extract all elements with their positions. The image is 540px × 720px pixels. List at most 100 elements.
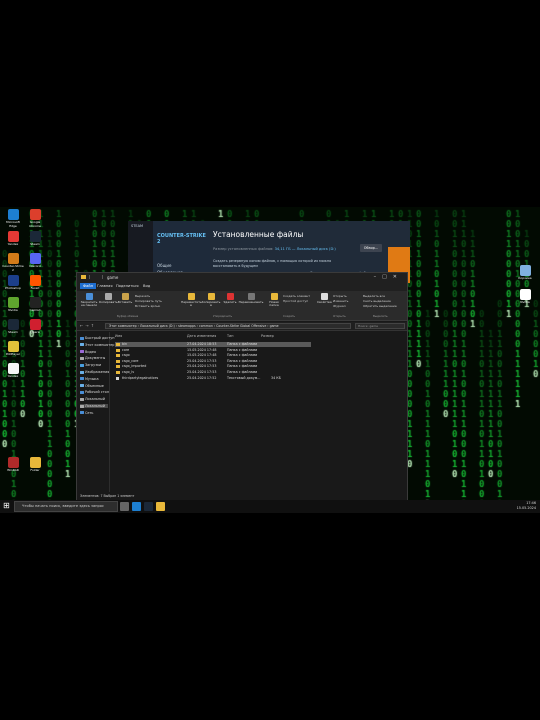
nav-item[interactable]: Сеть: [80, 411, 93, 415]
history-button[interactable]: Журнал: [333, 304, 346, 308]
tab-file[interactable]: Файл: [80, 283, 96, 289]
column-type[interactable]: Тип: [227, 334, 234, 338]
group-new: Создать: [283, 314, 296, 318]
desktop-icon[interactable]: Microsoft Edge: [2, 209, 24, 228]
paste-shortcut-button[interactable]: Вставить ярлык: [135, 304, 160, 308]
taskbar-app-icon[interactable]: [120, 502, 129, 511]
copy-to-button[interactable]: Копировать в: [201, 293, 221, 308]
invert-selection-button[interactable]: Обратить выделение: [363, 304, 397, 308]
install-size-label: Размер установленных файлов:: [213, 247, 274, 251]
install-size-value[interactable]: 34,11 ГБ — Локальный диск (D:): [275, 247, 336, 251]
select-none-button[interactable]: Снять выделение: [363, 299, 391, 303]
properties-button[interactable]: Свойства: [317, 293, 332, 304]
nav-item-label: Локальный: [85, 404, 106, 408]
desktop-icon[interactable]: WinRAR: [2, 457, 24, 476]
desktop-icon[interactable]: Steam: [2, 319, 24, 338]
file-row[interactable]: csgo_imported 25.04.2024 17:53 Папка с фай…: [115, 364, 311, 369]
select-all-button[interactable]: Выделить все: [363, 294, 385, 298]
desktop-icon[interactable]: Counter-Strike 2: [2, 253, 24, 272]
quick-access-toolbar[interactable]: [89, 275, 103, 279]
desktop-icon-label: WinRAR: [7, 469, 19, 472]
nav-item[interactable]: Изображения: [80, 370, 109, 374]
app-icon: [7, 457, 19, 468]
column-size[interactable]: Размер: [261, 334, 274, 338]
file-list: Имя Дата изменения Тип Размер bin 27.04.2…: [111, 332, 407, 492]
desktop-icon-label: Photoshop: [5, 287, 21, 290]
nav-arrows[interactable]: ←→↑: [80, 323, 96, 328]
desktop-icon[interactable]: Yandex: [2, 363, 24, 382]
desktop-icon[interactable]: Faceit: [24, 275, 46, 294]
new-item-button[interactable]: Создать элемент: [283, 294, 310, 298]
desktop-icon-label: Counter-Strike 2: [2, 265, 24, 272]
clock[interactable]: 17:46 15.05.2024: [517, 501, 536, 511]
search-input[interactable]: Поиск: game: [355, 323, 405, 329]
easy-access-button[interactable]: Простой доступ: [283, 299, 308, 303]
nav-item[interactable]: Быстрый доступ: [80, 336, 114, 340]
delete-label: Удалить: [223, 300, 237, 304]
desktop-icon[interactable]: PotPlayer: [2, 341, 24, 360]
desktop-icon[interactable]: CapCut: [24, 297, 46, 316]
file-row[interactable]: bin 27.04.2024 18:53 Папка с файлами: [115, 342, 311, 347]
app-icon: [7, 297, 19, 308]
paste-icon: [121, 293, 129, 300]
tab-view[interactable]: Вид: [143, 284, 150, 288]
nav-item[interactable]: Локальный: [80, 404, 108, 408]
desktop-icon[interactable]: Yandex: [2, 231, 24, 250]
app-icon: [7, 253, 19, 264]
breadcrumb[interactable]: Этот компьютер › Локальный диск (D:) › s…: [105, 323, 351, 329]
new-folder-button[interactable]: Новая папка: [267, 293, 281, 308]
nav-item-icon: [80, 411, 84, 415]
file-row[interactable]: core 15.05.2024 17:48 Папка с файлами: [115, 348, 311, 353]
copy-button[interactable]: Копировать: [99, 293, 118, 304]
edit-button[interactable]: Изменить: [333, 299, 348, 303]
paste-button[interactable]: Вставить: [117, 293, 133, 304]
file-row[interactable]: thirdpartylegalnotices 25.04.2024 17:52 Те…: [115, 376, 311, 381]
file-row[interactable]: csgo 15.05.2024 17:48 Папка с файлами: [115, 353, 311, 358]
file-date: 15.05.2024 17:48: [187, 353, 217, 358]
desktop-icon[interactable]: Opera: [24, 319, 46, 338]
cut-button[interactable]: Вырезать: [135, 294, 150, 298]
copy-path-button[interactable]: Копировать путь: [135, 299, 162, 303]
tab-share[interactable]: Поделиться: [116, 284, 139, 288]
desktop-icon[interactable]: Steam: [24, 231, 46, 250]
taskbar-app-icon[interactable]: [132, 502, 141, 511]
desktop-icon[interactable]: Discord: [24, 253, 46, 272]
column-date[interactable]: Дата изменения: [187, 334, 216, 338]
nav-item[interactable]: Загрузки: [80, 363, 101, 367]
window-controls[interactable]: –□✕: [374, 274, 403, 280]
delete-button[interactable]: Удалить: [223, 293, 237, 304]
desktop-icon[interactable]: Nvidia: [514, 289, 536, 308]
desktop-icon[interactable]: Nvidia: [2, 297, 24, 316]
tab-home[interactable]: Главная: [97, 284, 113, 288]
desktop-icon[interactable]: Folder: [24, 457, 46, 476]
desktop-icon-label: Steam: [8, 331, 18, 334]
nav-item[interactable]: Локальный: [80, 397, 105, 401]
nav-item[interactable]: Рабочий стол: [80, 390, 109, 394]
nav-item[interactable]: Музыка: [80, 377, 99, 381]
taskbar-app-icon[interactable]: [156, 502, 165, 511]
nav-item[interactable]: Этот компьютер: [80, 343, 114, 347]
file-row[interactable]: csgo_lv 25.04.2024 17:53 Папка с файлами: [115, 370, 311, 375]
ribbon: Закрепить на панели Копировать Вставить …: [77, 291, 407, 321]
recycle-bin[interactable]: Корзина: [514, 265, 536, 284]
pin-button[interactable]: Закрепить на панели: [79, 293, 99, 308]
nav-item[interactable]: Документы: [80, 356, 105, 360]
rename-button[interactable]: Переименовать: [238, 293, 264, 304]
file-row[interactable]: csgo_core 25.04.2024 17:53 Папка с файлами: [115, 359, 311, 364]
move-to-button[interactable]: Переместить в: [181, 293, 202, 308]
taskbar-search[interactable]: Чтобы начать поиск, введите здесь запрос: [14, 501, 118, 512]
browse-button[interactable]: Обзор...: [360, 244, 382, 252]
file-date: 25.04.2024 17:53: [187, 364, 217, 369]
open-button[interactable]: Открыть: [333, 294, 347, 298]
desktop-icon[interactable]: Photoshop: [2, 275, 24, 294]
desktop-icon[interactable]: Google Chrome: [24, 209, 46, 228]
column-name[interactable]: Имя: [115, 334, 122, 338]
start-button[interactable]: ⊞: [3, 502, 11, 510]
nav-item[interactable]: Объемные: [80, 384, 104, 388]
nav-item[interactable]: Видео: [80, 350, 96, 354]
window-title: game: [107, 275, 119, 280]
steam-nav-general[interactable]: Общие: [157, 263, 171, 268]
taskbar-app-icon[interactable]: [144, 502, 153, 511]
app-icon: [7, 231, 19, 242]
desktop-icon-label: Yandex: [7, 375, 19, 378]
